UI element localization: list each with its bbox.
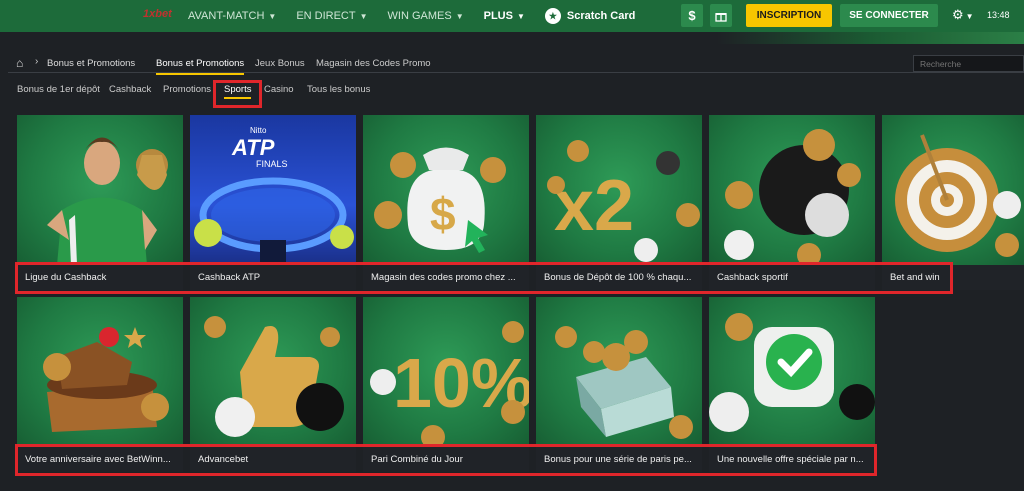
card-image: $ — [363, 115, 529, 265]
main-nav: AVANT-MATCH ▼ EN DIRECT ▼ WIN GAMES ▼ PLUS ▼… — [188, 0, 635, 32]
gift-button[interactable] — [710, 4, 732, 27]
chevron-down-icon: ▼ — [965, 12, 974, 21]
site-logo[interactable]: 1xbet — [143, 8, 172, 22]
category-casino[interactable]: Casino — [264, 84, 294, 95]
thumbs-up-illustration — [204, 316, 344, 437]
tennis-racket-illustration: Nitto ATP FINALS — [194, 126, 354, 265]
card-image — [17, 115, 183, 265]
chevron-down-icon: ▼ — [268, 11, 277, 21]
clock-time: 13:48 — [987, 10, 1010, 20]
card-image — [709, 115, 875, 267]
connect-button[interactable]: SE CONNECTER — [840, 4, 938, 27]
target-illustration — [895, 134, 1021, 257]
card-image — [536, 297, 702, 447]
sport-balls-illustration — [724, 129, 861, 267]
money-bag-illustration: $ — [374, 147, 506, 253]
chevron-down-icon: ▼ — [359, 11, 368, 21]
atp-logo: ATP — [231, 135, 275, 160]
card-image: 10% — [363, 297, 529, 449]
category-cashback[interactable]: Cashback — [109, 84, 151, 95]
tab-jeux-bonus[interactable]: Jeux Bonus — [255, 58, 305, 69]
card-image — [882, 115, 1024, 265]
chevron-down-icon: ▼ — [455, 11, 464, 21]
gear-icon: ⚙ — [952, 7, 964, 22]
x2-illustration: x2 — [547, 140, 700, 262]
search-input[interactable] — [913, 55, 1024, 72]
gift-icon — [715, 12, 727, 22]
highlight-row1-titles — [15, 262, 953, 294]
nav-label: EN DIRECT — [296, 10, 356, 22]
nav-label: PLUS — [483, 10, 513, 22]
nav-label: AVANT-MATCH — [188, 10, 265, 22]
coin-symbol: $ — [430, 188, 456, 240]
scratch-card-icon: ★ — [544, 8, 561, 24]
dollar-button[interactable]: $ — [681, 4, 703, 27]
tab-magasin-codes-promo[interactable]: Magasin des Codes Promo — [316, 58, 431, 69]
birthday-cake-illustration — [43, 327, 169, 432]
highlight-row2-titles — [15, 444, 877, 476]
scratch-label: Scratch Card — [566, 10, 636, 22]
atp-sub: FINALS — [256, 159, 288, 169]
category-label: Promotions — [163, 84, 212, 95]
x2-text: x2 — [554, 166, 634, 246]
atp-brand: Nitto — [250, 126, 267, 135]
card-image — [17, 297, 183, 447]
dollar-icon: $ — [688, 8, 696, 23]
sub-navigation: ⌂ › Bonus et Promotions Bonus et Promoti… — [8, 52, 1024, 75]
card-image — [709, 297, 875, 447]
card-image: Nitto ATP FINALS — [190, 115, 356, 265]
card-image: x2 — [536, 115, 702, 265]
category-all-bonuses[interactable]: Tous les bonus — [307, 84, 370, 95]
football-player-illustration — [47, 137, 168, 265]
inscription-button[interactable]: INSCRIPTION — [746, 4, 832, 27]
settings-button[interactable]: ⚙ ▼ — [952, 7, 974, 23]
tab-bonus-promotions[interactable]: Bonus et Promotions — [156, 58, 245, 75]
banner-strip — [0, 32, 1024, 44]
nav-win-games[interactable]: WIN GAMES ▼ — [388, 10, 464, 22]
chevron-down-icon: ▼ — [516, 11, 525, 21]
nav-label: WIN GAMES — [387, 10, 452, 22]
category-first-deposit[interactable]: Bonus de 1er dépôt — [17, 84, 100, 95]
nav-en-direct[interactable]: EN DIRECT ▼ — [296, 10, 367, 22]
check-badge-illustration — [709, 313, 875, 432]
breadcrumb[interactable]: Bonus et Promotions — [47, 58, 135, 69]
nav-scratch-card[interactable]: ★ Scratch Card — [544, 8, 636, 24]
gift-box-illustration — [555, 326, 693, 439]
nav-avant-match[interactable]: AVANT-MATCH ▼ — [188, 10, 276, 22]
top-header: 1xbet AVANT-MATCH ▼ EN DIRECT ▼ WIN GAMES ▼… — [0, 0, 1024, 32]
highlight-sports — [213, 80, 262, 108]
home-icon[interactable]: ⌂ — [16, 56, 23, 70]
ten-percent-illustration: 10% — [370, 321, 529, 449]
category-promotions[interactable]: Promotions — [163, 84, 211, 95]
card-image — [190, 297, 356, 447]
chevron-right-icon: › — [35, 56, 39, 67]
nav-plus[interactable]: PLUS ▼ — [484, 10, 525, 22]
